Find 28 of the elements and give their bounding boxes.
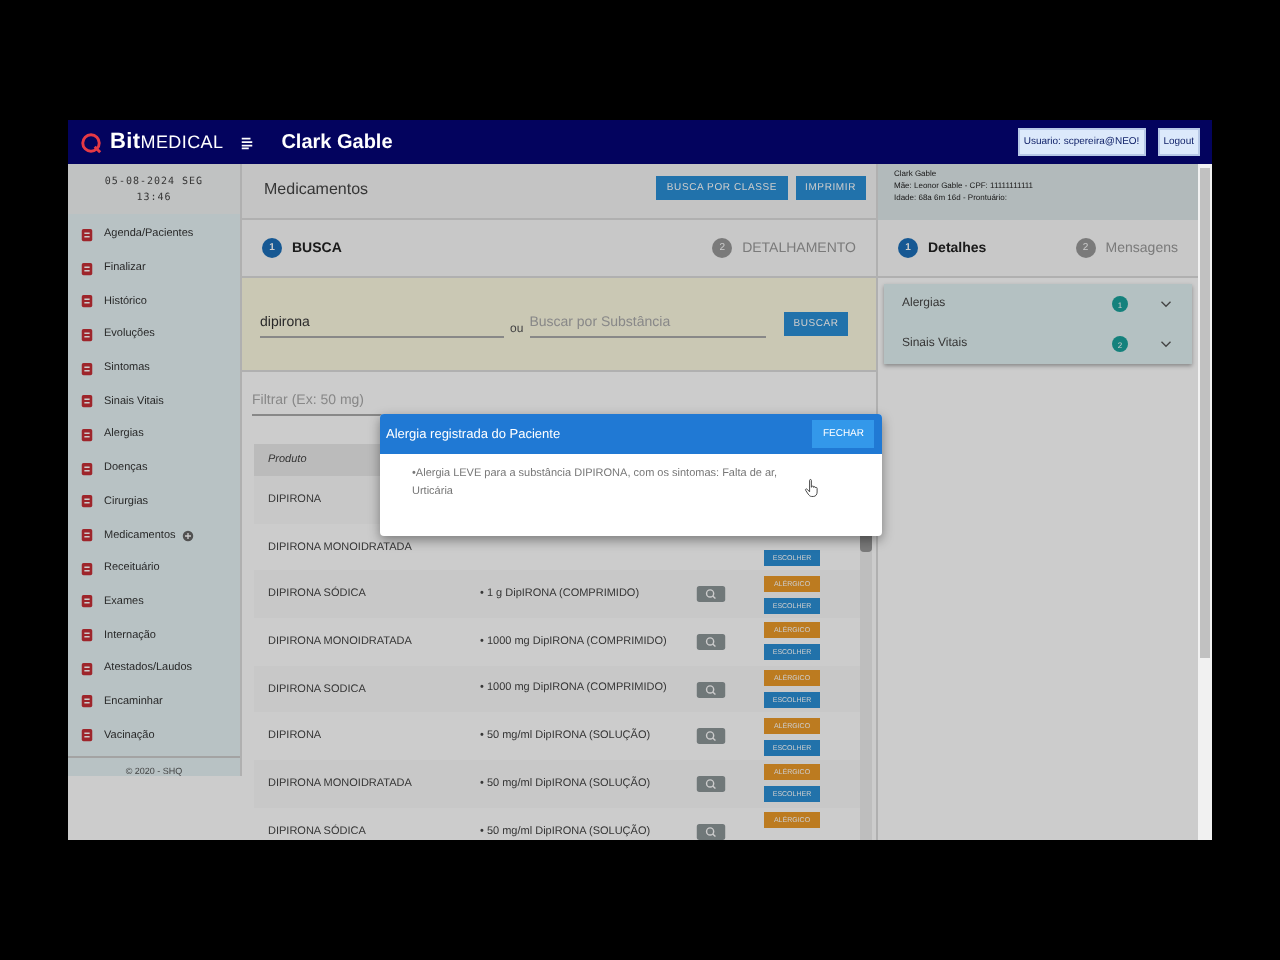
document-icon (80, 561, 94, 576)
document-icon (80, 394, 94, 409)
document-icon (80, 728, 94, 743)
view-button[interactable] (696, 681, 726, 698)
document-icon (80, 361, 94, 376)
document-icon (80, 594, 94, 609)
view-button[interactable] (696, 823, 726, 840)
logo-icon (80, 131, 102, 153)
document-icon (80, 427, 94, 442)
view-button[interactable] (696, 586, 726, 603)
patient-name: Clark Gable (281, 131, 393, 153)
view-button[interactable] (696, 728, 726, 745)
view-button[interactable] (696, 775, 726, 792)
logo: BitMEDICAL (110, 130, 224, 154)
hand-cursor-icon (804, 478, 820, 498)
document-icon (80, 628, 94, 643)
document-icon (80, 227, 94, 242)
document-icon (80, 661, 94, 676)
view-button[interactable] (696, 633, 726, 650)
page-title: Medicamentos (264, 180, 369, 198)
document-icon (80, 294, 94, 309)
document-icon (80, 261, 94, 276)
document-icon (80, 694, 94, 709)
document-icon (80, 494, 94, 509)
document-icon (80, 528, 94, 543)
menu-icon (239, 135, 254, 149)
document-icon (80, 327, 94, 342)
document-icon (80, 461, 94, 476)
